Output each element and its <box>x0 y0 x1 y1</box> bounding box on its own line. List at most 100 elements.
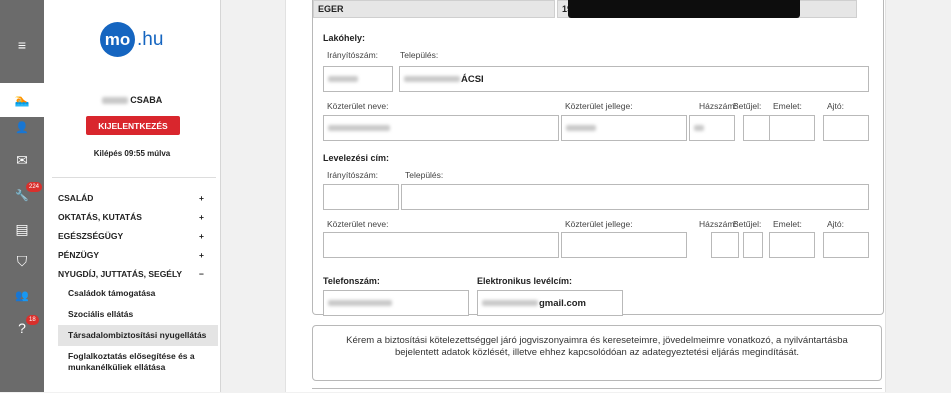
icon-rail: ≡ 🏊 👤 ✉ 🔧 224 ▤ ⛉ 👥 ? 18 <box>0 0 44 392</box>
mailing-street-input[interactable] <box>323 232 559 258</box>
menu-item-label: EGÉSZSÉGÜGY <box>58 230 124 241</box>
residence-house-input[interactable] <box>689 115 735 141</box>
mailing-house-input[interactable] <box>711 232 739 258</box>
residence-door-label: Ajtó: <box>827 101 845 111</box>
logout-button[interactable]: KIJELENTKEZÉS <box>86 116 180 135</box>
id-card-glyph: ▤ <box>15 220 29 237</box>
mailing-letter-label: Betűjel: <box>733 219 762 229</box>
residence-floor-label: Emelet: <box>773 101 802 111</box>
mailing-title: Levelezési cím: <box>323 153 390 163</box>
logo-text: .hu <box>137 28 164 50</box>
id-card-icon[interactable]: ▤ <box>0 212 44 246</box>
email-domain: gmail.com <box>539 297 586 309</box>
menu-item-nyugdij[interactable]: NYUGDÍJ, JUTTATÁS, SEGÉLY − <box>58 264 218 283</box>
mo-hu-logo[interactable]: mo .hu <box>100 22 163 57</box>
sidebar-menu: CSALÁD + OKTATÁS, KUTATÁS + EGÉSZSÉGÜGY + P… <box>58 188 218 378</box>
menu-item-oktatas[interactable]: OKTATÁS, KUTATÁS + <box>58 207 218 226</box>
add-user-glyph: 👥 <box>15 289 29 302</box>
collapse-icon[interactable]: − <box>199 269 204 279</box>
submenu-szocialis-ellatas[interactable]: Szociális ellátás <box>58 304 218 325</box>
residence-title: Lakóhely: <box>323 33 366 43</box>
mailing-street-type-input[interactable] <box>561 232 687 258</box>
address-card: EGER 1977.0 Lakóhely: Irányítószám: Tele… <box>312 0 884 316</box>
mailing-city-input[interactable] <box>401 184 869 210</box>
email-input[interactable]: gmail.com <box>477 290 623 316</box>
consent-text-box: Kérem a biztosítási kötelezettséggel jár… <box>312 325 882 381</box>
redacted-city-prefix <box>404 76 460 82</box>
mail-icon[interactable]: ✉ <box>0 143 44 177</box>
residence-city-input[interactable]: ÁCSI <box>399 66 869 92</box>
email-label: Elektronikus levélcím: <box>477 276 573 286</box>
residence-street-label: Közterület neve: <box>327 101 389 111</box>
expand-icon[interactable]: + <box>199 212 204 222</box>
mailing-street-label: Közterület neve: <box>327 219 389 229</box>
user-name: CSABA <box>130 95 163 105</box>
sidebar-border <box>220 0 221 392</box>
residence-street-type-label: Közterület jellege: <box>565 101 633 111</box>
mailing-house-label: Házszám: <box>699 219 737 229</box>
phone-input[interactable] <box>323 290 469 316</box>
submenu-csaladok-tamogatasa[interactable]: Családok támogatása <box>58 283 218 304</box>
redacted-email-user <box>482 300 538 306</box>
wrench-icon[interactable]: 🔧 224 <box>0 178 44 212</box>
hamburger-icon[interactable]: ≡ <box>0 28 44 62</box>
help-badge: 18 <box>26 315 39 325</box>
mailing-zip-input[interactable] <box>323 184 399 210</box>
residence-street-input[interactable] <box>323 115 559 141</box>
menu-item-label: NYUGDÍJ, JUTTATÁS, SEGÉLY <box>58 268 183 279</box>
wrench-badge: 224 <box>26 182 43 192</box>
hamburger-glyph: ≡ <box>17 37 27 53</box>
redacted-street <box>328 125 390 131</box>
shield-icon[interactable]: ⛉ <box>0 244 44 278</box>
mailing-floor-input[interactable] <box>769 232 815 258</box>
phone-label: Telefonszám: <box>323 276 380 286</box>
redacted-house-number <box>694 125 704 131</box>
expand-icon[interactable]: + <box>199 250 204 260</box>
redacted-zip <box>328 76 358 82</box>
mailing-letter-input[interactable] <box>743 232 763 258</box>
user-icon[interactable]: 👤 <box>0 110 44 144</box>
shield-glyph: ⛉ <box>16 252 28 269</box>
main-content: EGER 1977.0 Lakóhely: Irányítószám: Tele… <box>285 0 886 392</box>
submenu-foglalkoztatas[interactable]: Foglalkoztatás elősegítése és a munkanél… <box>58 346 218 378</box>
mailing-zip-label: Irányítószám: <box>327 170 379 180</box>
sidebar: mo .hu CSABA KIJELENTKEZÉS Kilépés 09:55… <box>44 0 220 392</box>
menu-item-csalad[interactable]: CSALÁD + <box>58 188 218 207</box>
logo-circle: mo <box>100 22 135 57</box>
next-card-edge <box>312 388 882 393</box>
expand-icon[interactable]: + <box>199 231 204 241</box>
residence-letter-label: Betűjel: <box>733 101 762 111</box>
redaction-bar <box>568 0 800 18</box>
residence-zip-input[interactable] <box>323 66 393 92</box>
residence-door-input[interactable] <box>823 115 869 141</box>
redacted-street-type <box>566 125 596 131</box>
residence-floor-input[interactable] <box>769 115 815 141</box>
help-icon[interactable]: ? 18 <box>0 311 44 345</box>
mailing-door-input[interactable] <box>823 232 869 258</box>
redacted-phone <box>328 300 392 306</box>
add-user-icon[interactable]: 👥 <box>0 278 44 312</box>
sidebar-divider <box>52 177 216 178</box>
menu-item-egeszsegugy[interactable]: EGÉSZSÉGÜGY + <box>58 226 218 245</box>
mailing-door-label: Ajtó: <box>827 219 845 229</box>
user-glyph: 👤 <box>15 121 29 134</box>
residence-city-value: ÁCSI <box>461 73 484 85</box>
session-countdown: Kilépés 09:55 múlva <box>93 149 171 158</box>
menu-item-penzugy[interactable]: PÉNZÜGY + <box>58 245 218 264</box>
residence-house-label: Házszám: <box>699 101 737 111</box>
menu-item-label: OKTATÁS, KUTATÁS <box>58 211 142 222</box>
residence-street-type-input[interactable] <box>561 115 687 141</box>
submenu-tarsadalombiztositasi-nyugellatas[interactable]: Társadalombiztosítási nyugellátás <box>58 325 218 346</box>
mailing-floor-label: Emelet: <box>773 219 802 229</box>
residence-city-label: Település: <box>400 50 439 60</box>
birth-place-cell: EGER <box>313 0 555 18</box>
residence-zip-label: Irányítószám: <box>327 50 379 60</box>
user-name-row: CSABA <box>44 95 220 105</box>
menu-item-label: CSALÁD <box>58 192 94 203</box>
menu-item-label: PÉNZÜGY <box>58 249 100 260</box>
mailing-city-label: Település: <box>405 170 444 180</box>
help-glyph: ? <box>18 320 26 336</box>
expand-icon[interactable]: + <box>199 193 204 203</box>
mail-glyph: ✉ <box>16 151 28 168</box>
mailing-street-type-label: Közterület jellege: <box>565 219 633 229</box>
